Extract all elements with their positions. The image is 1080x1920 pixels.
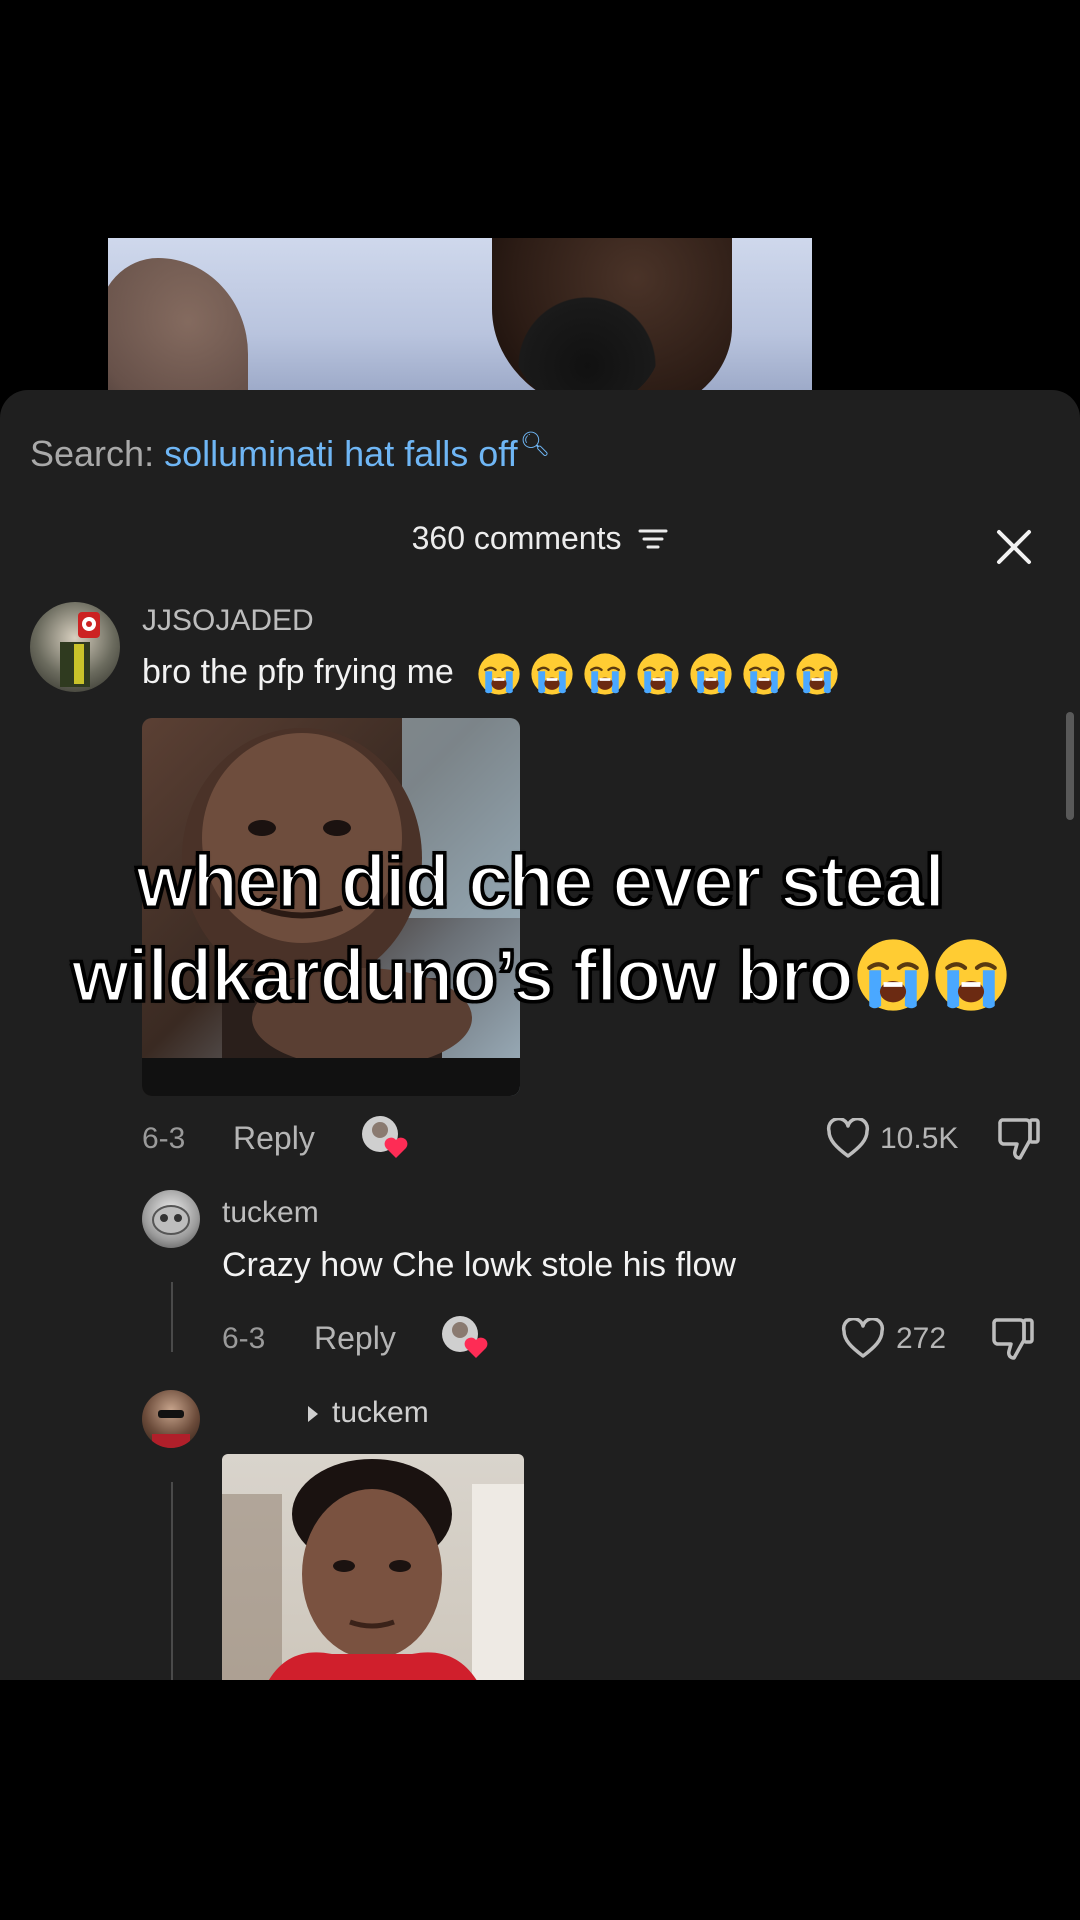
close-icon[interactable]: [994, 527, 1034, 567]
comments-count: 360 comments: [411, 520, 622, 556]
comment-body: bro the pfp frying me: [142, 652, 454, 691]
reply-to-username[interactable]: tuckem: [332, 1396, 429, 1430]
reply-button[interactable]: Reply: [233, 1120, 315, 1157]
reply-button[interactable]: Reply: [314, 1320, 396, 1357]
crying-emoji: [690, 653, 732, 695]
search-query-link[interactable]: solluminati hat falls off: [164, 433, 518, 474]
sort-icon[interactable]: [638, 522, 668, 559]
avatar[interactable]: [142, 1190, 200, 1248]
thread-line: [171, 1282, 173, 1352]
comment-username[interactable]: tuckem: [222, 1196, 319, 1230]
thread-line: [171, 1482, 173, 1680]
crying-emoji: [478, 653, 520, 695]
crying-emoji: [934, 939, 1007, 1011]
dislike-icon[interactable]: [996, 1114, 1042, 1162]
comment-text: bro the pfp frying me: [142, 652, 848, 696]
play-triangle-icon: [306, 1404, 320, 1424]
comment-date: 6-3: [142, 1122, 186, 1155]
like-count: 10.5K: [880, 1122, 959, 1155]
tiktok-video-screen: Search: solluminati hat falls off🔍︎ 360 …: [0, 0, 1080, 1920]
crying-emoji: [531, 653, 573, 695]
video-hand: [108, 258, 248, 398]
heart-icon[interactable]: [826, 1116, 870, 1160]
crying-emoji: [584, 653, 626, 695]
comment-body: Crazy how Che lowk stole his flow: [222, 1246, 736, 1284]
comment-attached-image[interactable]: [222, 1454, 524, 1680]
video-preview[interactable]: [108, 238, 812, 398]
crying-emoji: [637, 653, 679, 695]
emoji-row: [477, 652, 848, 696]
scrollbar[interactable]: [1066, 712, 1074, 820]
caption-line-2: wildkarduno’s flow bro: [0, 929, 1080, 1023]
crying-emoji: [856, 939, 929, 1011]
search-suggestion[interactable]: Search: solluminati hat falls off🔍︎: [30, 430, 550, 475]
search-label: Search:: [30, 433, 155, 474]
like-count: 272: [896, 1322, 947, 1355]
avatar[interactable]: [142, 1390, 200, 1448]
crying-emoji: [796, 653, 838, 695]
creator-liked-avatar: [360, 1114, 408, 1162]
creator-liked-avatar: [440, 1314, 488, 1362]
caption-line-1: when did che ever steal: [135, 839, 947, 925]
crying-emoji: [743, 653, 785, 695]
video-caption: when did che ever steal wildkarduno’s fl…: [0, 835, 1080, 1023]
caption-line-2-text: wildkarduno’s flow bro: [70, 933, 855, 1019]
dislike-icon[interactable]: [990, 1314, 1036, 1362]
caption-emojis: [853, 934, 1009, 1017]
video-collar: [512, 268, 662, 398]
heart-icon[interactable]: [841, 1316, 885, 1360]
search-icon: 🔍︎: [519, 431, 551, 458]
comments-sheet: Search: solluminati hat falls off🔍︎ 360 …: [0, 390, 1080, 1680]
comment-username[interactable]: JJSOJADED: [142, 604, 314, 638]
comment-date: 6-3: [222, 1322, 266, 1355]
avatar[interactable]: [30, 602, 120, 692]
comments-count-header: 360 comments: [0, 520, 1080, 559]
